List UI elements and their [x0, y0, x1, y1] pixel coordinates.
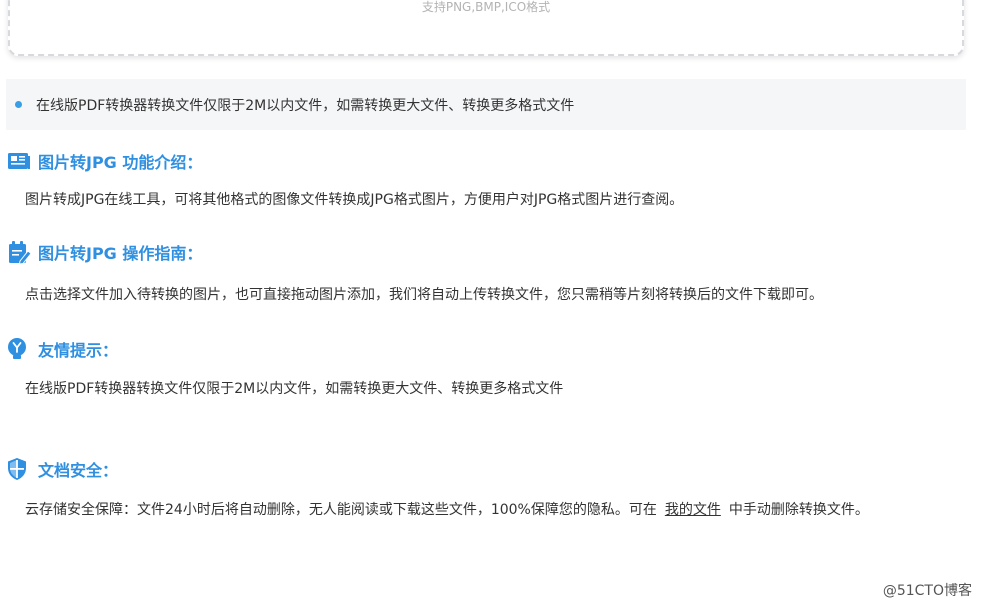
upload-dropzone[interactable]: 支持PNG,BMP,ICO格式 — [8, 0, 964, 56]
section-text-tips: 在线版PDF转换器转换文件仅限于2M以内文件，如需转换更大文件、转换更多格式文件 — [25, 381, 564, 397]
notice-text: 在线版PDF转换器转换文件仅限于2M以内文件，如需转换更大文件、转换更多格式文件 — [36, 97, 575, 114]
lightbulb-icon — [6, 336, 32, 362]
section-title-text: 文档安全： — [38, 461, 119, 480]
section-title-security: 文档安全： — [6, 456, 118, 482]
shield-icon — [6, 456, 32, 482]
section-text-security: 云存储安全保障：文件24小时后将自动删除，无人能阅读或下载这些文件，100%保障… — [25, 498, 960, 522]
watermark: @51CTO博客 — [882, 583, 972, 599]
bullet-dot-icon — [15, 101, 22, 108]
intro-icon — [6, 148, 32, 174]
section-title-text: 图片转JPG 操作指南： — [38, 244, 203, 263]
upload-format-hint: 支持PNG,BMP,ICO格式 — [421, 0, 551, 14]
section-title-intro: 图片转JPG 功能介绍： — [6, 148, 202, 174]
my-files-link[interactable]: 我的文件 — [665, 502, 721, 518]
section-title-tips: 友情提示： — [6, 336, 118, 362]
section-title-text: 图片转JPG 功能介绍： — [38, 153, 203, 172]
section-text-guide: 点击选择文件加入待转换的图片，也可直接拖动图片添加，我们将自动上传转换文件，您只… — [25, 287, 823, 303]
guide-icon — [6, 239, 32, 265]
section-title-guide: 图片转JPG 操作指南： — [6, 239, 202, 265]
section-text-intro: 图片转成JPG在线工具，可将其他格式的图像文件转换成JPG格式图片，方便用户对J… — [25, 192, 684, 208]
notice-bar: 在线版PDF转换器转换文件仅限于2M以内文件，如需转换更大文件、转换更多格式文件 — [6, 79, 966, 130]
security-text-after: 中手动删除转换文件。 — [728, 502, 869, 518]
security-text-before: 云存储安全保障：文件24小时后将自动删除，无人能阅读或下载这些文件，100%保障… — [25, 502, 657, 518]
section-title-text: 友情提示： — [38, 341, 119, 360]
